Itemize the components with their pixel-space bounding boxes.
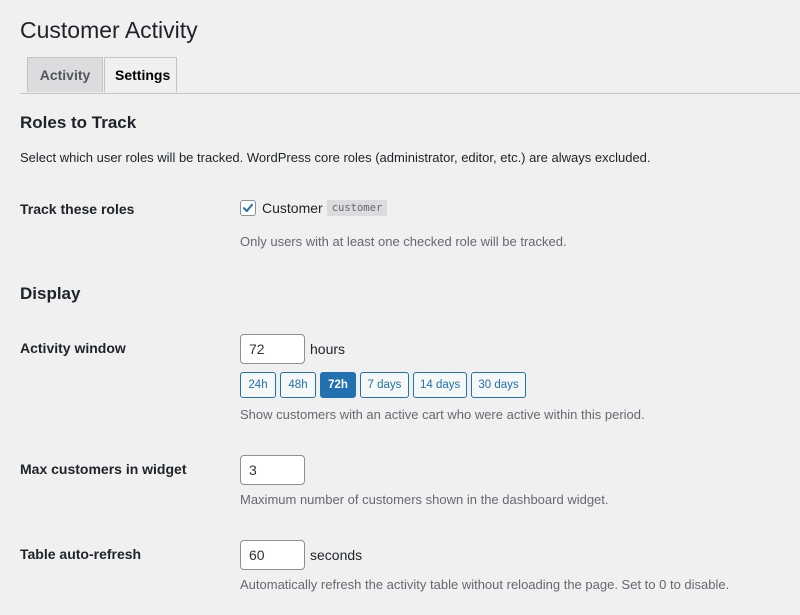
preset-14-days-button[interactable]: 14 days xyxy=(413,372,467,398)
auto-refresh-input[interactable]: 60 xyxy=(240,540,305,570)
preset-72h-button[interactable]: 72h xyxy=(320,372,356,398)
row-label-activity-window: Activity window xyxy=(20,340,126,356)
activity-window-help-text: Show customers with an active cart who w… xyxy=(240,407,645,422)
preset-24h-button[interactable]: 24h xyxy=(240,372,276,398)
roles-help-text: Only users with at least one checked rol… xyxy=(240,234,567,249)
section-heading-display: Display xyxy=(20,284,81,303)
section-description-roles: Select which user roles will be tracked.… xyxy=(20,150,651,165)
max-customers-input[interactable]: 3 xyxy=(240,455,305,485)
activity-window-field: 72 hours xyxy=(240,334,345,364)
nav-tab-bar: Activity Settings xyxy=(20,57,800,94)
tab-activity[interactable]: Activity xyxy=(27,57,103,92)
page-title: Customer Activity xyxy=(20,17,198,43)
preset-30-days-button[interactable]: 30 days xyxy=(471,372,526,398)
auto-refresh-help-text: Automatically refresh the activity table… xyxy=(240,577,730,592)
tab-settings[interactable]: Settings xyxy=(104,57,177,93)
checkmark-icon xyxy=(243,203,253,212)
activity-window-unit: hours xyxy=(310,341,346,357)
max-customers-field: 3 xyxy=(240,455,305,485)
auto-refresh-field: 60 seconds xyxy=(240,540,362,570)
row-label-track-roles: Track these roles xyxy=(20,201,135,217)
row-label-max-customers: Max customers in widget xyxy=(20,461,187,477)
row-label-auto-refresh: Table auto-refresh xyxy=(20,546,142,562)
max-customers-help-text: Maximum number of customers shown in the… xyxy=(240,492,609,507)
section-heading-roles: Roles to Track xyxy=(20,113,137,132)
customer-role-label[interactable]: Customer xyxy=(262,200,323,216)
preset-48h-button[interactable]: 48h xyxy=(280,372,316,398)
auto-refresh-unit: seconds xyxy=(310,547,363,563)
customer-role-slug: customer xyxy=(326,199,388,216)
customer-role-checkbox[interactable] xyxy=(240,199,256,216)
role-checkbox-group: Customer customer xyxy=(240,199,388,216)
activity-window-presets: 24h 48h 72h 7 days 14 days 30 days xyxy=(240,372,526,398)
activity-window-input[interactable]: 72 xyxy=(240,334,305,364)
preset-7-days-button[interactable]: 7 days xyxy=(360,372,409,398)
